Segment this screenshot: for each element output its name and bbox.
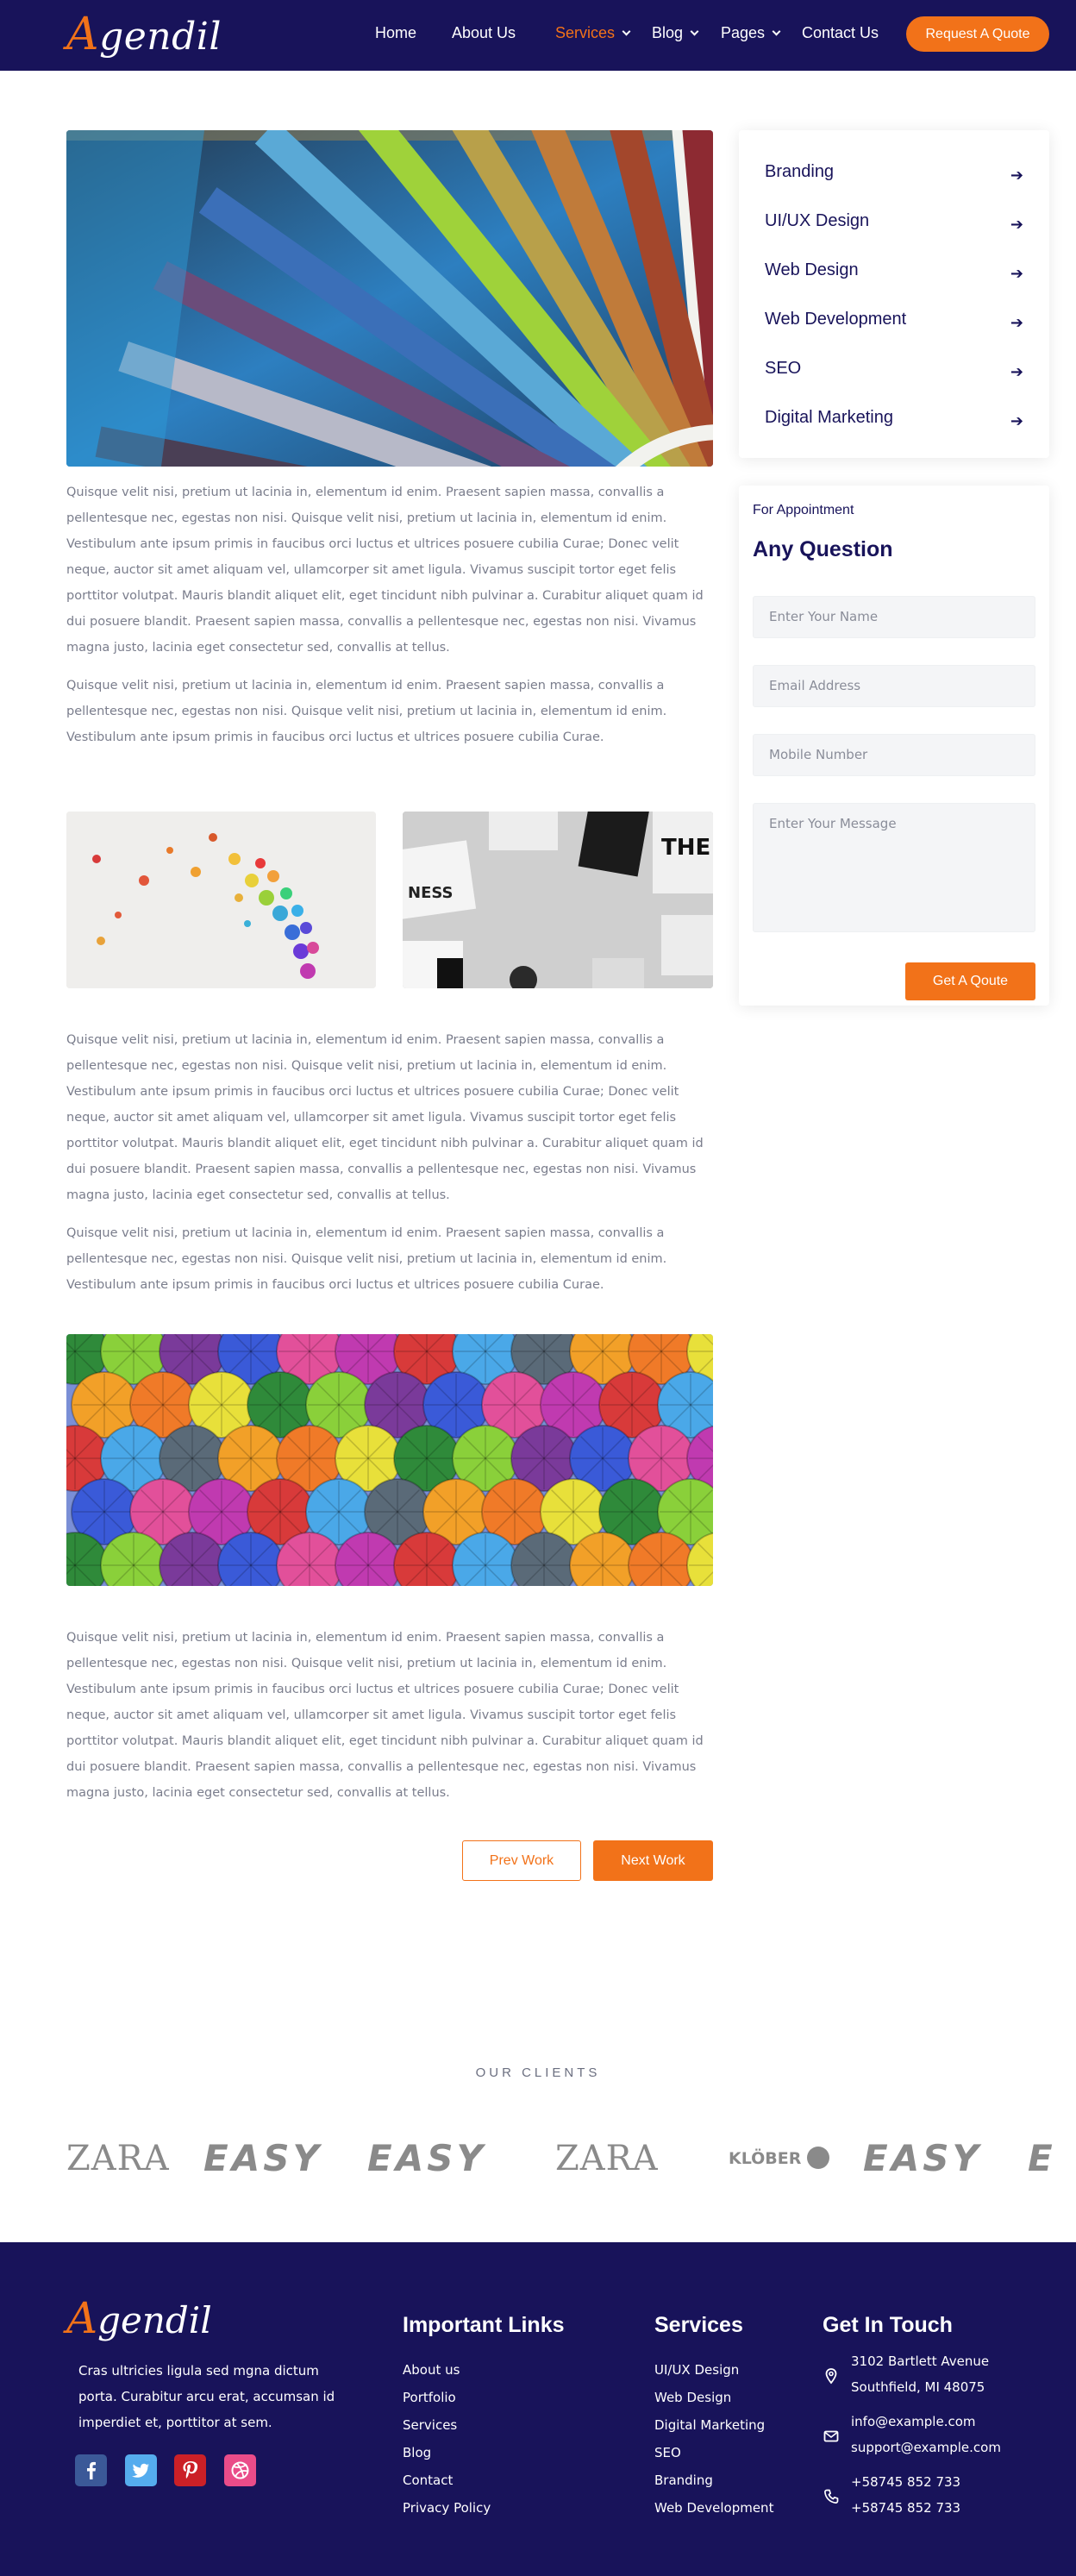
sidebar-item-digital-marketing[interactable]: Digital Marketing ➔ xyxy=(765,405,1023,429)
client-logo-klober: KLÖBER xyxy=(729,2137,830,2180)
newspaper-collage-image: NESS THE xyxy=(403,812,713,988)
appointment-form-card: For Appointment Any Question Enter Your … xyxy=(739,486,1049,1006)
address-line-1: 3102 Bartlett Avenue xyxy=(851,2353,990,2369)
phone-icon xyxy=(823,2488,840,2510)
footer-link-privacy-policy[interactable]: Privacy Policy xyxy=(403,2499,491,2516)
facebook-icon[interactable] xyxy=(75,2454,107,2486)
phone-2[interactable]: +58745 852 733 xyxy=(851,2495,960,2521)
svg-text:THE: THE xyxy=(661,835,710,861)
description-paragraph: Quisque velit nisi, pretium ut lacinia i… xyxy=(66,1631,704,1800)
phone-1[interactable]: +58745 852 733 xyxy=(851,2469,960,2495)
client-logo-easy: EASY xyxy=(863,2137,982,2179)
footer-description: Cras ultricies ligula sed mgna dictum po… xyxy=(78,2363,335,2430)
appointment-label: For Appointment xyxy=(753,503,854,517)
client-logo-easy: EASY xyxy=(367,2137,486,2179)
footer-service-web-design[interactable]: Web Design xyxy=(654,2389,731,2406)
arrow-right-icon: ➔ xyxy=(1010,412,1023,429)
name-input[interactable]: Enter Your Name xyxy=(753,596,1035,638)
nav-blog[interactable]: Blog xyxy=(652,22,699,43)
footer-link-contact[interactable]: Contact xyxy=(403,2472,453,2489)
email-input[interactable]: Email Address xyxy=(753,665,1035,707)
footer-logo[interactable]: Agendil xyxy=(66,2294,212,2345)
footer-link-about-us[interactable]: About us xyxy=(403,2361,460,2379)
chevron-down-icon xyxy=(772,27,781,36)
twitter-icon[interactable] xyxy=(125,2454,157,2486)
sidebar-item-web-development[interactable]: Web Development ➔ xyxy=(765,307,1023,331)
arrow-right-icon: ➔ xyxy=(1010,265,1023,282)
colorful-splash-image xyxy=(66,812,376,988)
nav-home[interactable]: Home xyxy=(375,22,416,43)
nav-contact-us[interactable]: Contact Us xyxy=(802,22,879,43)
chevron-down-icon xyxy=(622,27,631,36)
description-paragraph: Quisque velit nisi, pretium ut lacinia i… xyxy=(66,679,667,744)
contact-title: Get In Touch xyxy=(823,2313,953,2337)
sidebar-item-web-design[interactable]: Web Design ➔ xyxy=(765,258,1023,282)
klober-mark-icon xyxy=(807,2146,830,2169)
email-info[interactable]: info@example.com xyxy=(851,2409,976,2435)
address-line-2: Southfield, MI 48075 xyxy=(851,2379,985,2395)
footer-link-blog[interactable]: Blog xyxy=(403,2444,431,2461)
clients-section-title: OUR CLIENTS xyxy=(475,2065,601,2080)
nav-pages[interactable]: Pages xyxy=(721,22,781,43)
description-paragraph: Quisque velit nisi, pretium ut lacinia i… xyxy=(66,486,704,655)
arrow-right-icon: ➔ xyxy=(1010,314,1023,331)
request-quote-button[interactable]: Request A Quote xyxy=(906,16,1049,52)
prev-work-button[interactable]: Prev Work xyxy=(462,1840,581,1881)
client-logo-zara: ZARA xyxy=(555,2139,659,2178)
sidebar-item-branding[interactable]: Branding ➔ xyxy=(765,160,1023,184)
umbrellas-image xyxy=(66,1334,713,1586)
client-logo-easy: E xyxy=(1028,2137,1056,2179)
dribbble-icon[interactable] xyxy=(224,2454,256,2486)
hero-color-swatch-image xyxy=(66,130,713,467)
site-footer: Agendil Cras ultricies ligula sed mgna d… xyxy=(0,2242,1076,2576)
mobile-input[interactable]: Mobile Number xyxy=(753,734,1035,776)
message-textarea[interactable]: Enter Your Message xyxy=(753,803,1035,932)
description-paragraph: Quisque velit nisi, pretium ut lacinia i… xyxy=(66,1226,667,1292)
footer-link-portfolio[interactable]: Portfolio xyxy=(403,2389,456,2406)
arrow-right-icon: ➔ xyxy=(1010,216,1023,233)
email-support[interactable]: support@example.com xyxy=(851,2435,1001,2460)
location-pin-icon xyxy=(823,2367,840,2389)
description-paragraph: Quisque velit nisi, pretium ut lacinia i… xyxy=(66,1033,704,1202)
footer-service-web-development[interactable]: Web Development xyxy=(654,2499,773,2516)
next-work-button[interactable]: Next Work xyxy=(593,1840,713,1881)
nav-about-us[interactable]: About Us xyxy=(452,22,516,43)
footer-service-digital-marketing[interactable]: Digital Marketing xyxy=(654,2416,765,2434)
footer-service-ui-ux-design[interactable]: UI/UX Design xyxy=(654,2361,739,2379)
site-logo[interactable]: Agendil xyxy=(66,10,222,61)
footer-link-services[interactable]: Services xyxy=(403,2416,457,2434)
footer-service-branding[interactable]: Branding xyxy=(654,2472,713,2489)
get-quote-button[interactable]: Get A Qoute xyxy=(905,962,1035,1000)
pinterest-icon[interactable] xyxy=(174,2454,206,2486)
services-sidebar-card: Branding ➔ UI/UX Design ➔ Web Design ➔ Web … xyxy=(739,130,1049,458)
client-logo-zara: ZARA xyxy=(66,2139,170,2178)
chevron-down-icon xyxy=(690,27,699,36)
sidebar-item-seo[interactable]: SEO ➔ xyxy=(765,356,1023,380)
footer-service-seo[interactable]: SEO xyxy=(654,2444,681,2461)
envelope-icon xyxy=(823,2428,840,2449)
svg-text:NESS: NESS xyxy=(408,884,453,902)
site-header: Agendil Home About Us Services Blog Page… xyxy=(0,0,1076,71)
sidebar-item-ui-ux-design[interactable]: UI/UX Design ➔ xyxy=(765,209,1023,233)
arrow-right-icon: ➔ xyxy=(1010,363,1023,380)
arrow-right-icon: ➔ xyxy=(1010,166,1023,184)
footer-services-title: Services xyxy=(654,2313,743,2337)
important-links-title: Important Links xyxy=(403,2313,565,2337)
appointment-title: Any Question xyxy=(753,537,893,561)
client-logo-easy: EASY xyxy=(203,2137,322,2179)
nav-services[interactable]: Services xyxy=(555,22,631,43)
